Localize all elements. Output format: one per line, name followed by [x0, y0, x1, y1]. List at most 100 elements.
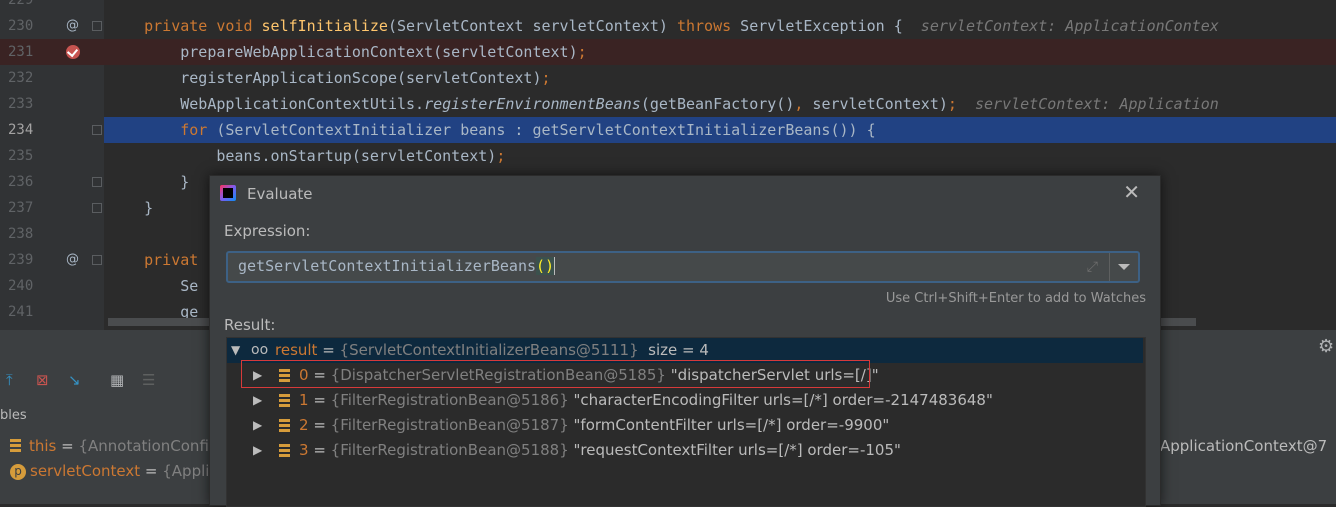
code-token: for — [180, 121, 217, 139]
expression-text: getServletContextInitializerBeans — [238, 257, 537, 275]
step-out-icon[interactable]: ⤒ — [6, 372, 13, 388]
history-dropdown-button[interactable] — [1109, 253, 1138, 281]
code-line[interactable]: 233 WebApplicationContextUtils.registerE… — [0, 91, 1336, 117]
code-token: } — [108, 173, 190, 191]
child-index: 2 — [299, 416, 309, 434]
code-token: selfInitialize — [261, 17, 388, 35]
variable-value-tail: ApplicationContext@7 — [1160, 437, 1328, 455]
expand-arrow-icon[interactable]: ▶ — [253, 388, 262, 413]
child-equals: = — [308, 416, 331, 434]
code-token: beans.onStartup(servletContext) — [108, 147, 497, 165]
child-equals: = — [308, 441, 331, 459]
override-marker-icon[interactable]: @ — [66, 13, 79, 39]
line-number[interactable]: 239 — [8, 247, 40, 273]
line-number[interactable]: 230 — [8, 13, 40, 39]
expand-icon[interactable]: ⤢ — [1087, 259, 1098, 275]
breakpoint-icon[interactable] — [66, 45, 80, 59]
line-number[interactable]: 237 — [8, 195, 40, 221]
result-child-row[interactable]: ▶ 3 = {FilterRegistrationBean@5188} "requ… — [227, 438, 1143, 463]
child-type: {FilterRegistrationBean@5186} — [330, 391, 569, 409]
code-token: ; — [541, 69, 551, 87]
fold-marker-icon[interactable] — [92, 125, 102, 135]
parameter-icon: p — [10, 464, 26, 480]
code-text: for (ServletContextInitializer beans : g… — [108, 117, 876, 143]
expand-arrow-icon[interactable]: ▶ — [253, 438, 262, 463]
code-line[interactable]: 232 registerApplicationScope(servletCont… — [0, 65, 1336, 91]
code-token: , — [794, 95, 813, 113]
expression-input[interactable]: getServletContextInitializerBeans() ⤢ — [226, 251, 1140, 283]
code-line[interactable]: 229 — [0, 0, 1336, 13]
text-cursor — [554, 257, 556, 275]
variables-tab-label[interactable]: bles — [0, 408, 27, 423]
line-number[interactable]: 241 — [8, 299, 40, 325]
result-child-row[interactable]: ▶ 2 = {FilterRegistrationBean@5187} "form… — [227, 413, 1143, 438]
evaluate-expression-icon[interactable]: ▦ — [110, 372, 124, 388]
code-text: prepareWebApplicationContext(servletCont… — [108, 39, 586, 65]
run-to-cursor-icon[interactable]: ↘ — [68, 372, 81, 388]
dialog-title: Evaluate — [247, 185, 313, 203]
line-number[interactable]: 240 — [8, 273, 40, 299]
line-number[interactable]: 232 — [8, 65, 40, 91]
code-line[interactable]: 234 for (ServletContextInitializer beans… — [0, 117, 1336, 143]
variable-name: servletContext — [30, 462, 141, 480]
code-token: (getBeanFactory() — [640, 95, 795, 113]
code-token: ServletException { — [740, 17, 921, 35]
code-text: privat — [108, 247, 198, 273]
child-equals: = — [308, 391, 331, 409]
close-icon[interactable]: ✕ — [1123, 182, 1140, 202]
code-token: (ServletContext servletContext) — [387, 17, 677, 35]
result-child-row[interactable]: ▶ 1 = {FilterRegistrationBean@5186} "char… — [227, 388, 1143, 413]
line-number[interactable]: 229 — [8, 0, 40, 13]
line-number[interactable]: 238 — [8, 221, 40, 247]
array-element-icon — [279, 419, 290, 432]
watch-hint: Use Ctrl+Shift+Enter to add to Watches — [885, 291, 1146, 306]
code-token: servletContext: ApplicationContex — [920, 17, 1219, 35]
line-number[interactable]: 236 — [8, 169, 40, 195]
code-token: throws — [676, 17, 741, 35]
code-token: ; — [496, 147, 506, 165]
code-text: } — [108, 195, 153, 221]
expand-arrow-icon[interactable]: ▶ — [253, 413, 262, 438]
field-icon — [10, 439, 21, 452]
variable-value: {AnnotationConfig — [78, 437, 219, 455]
code-token: servletContext: Application — [974, 95, 1219, 113]
fold-marker-icon[interactable] — [92, 203, 102, 213]
child-type: {FilterRegistrationBean@5188} — [330, 441, 569, 459]
line-number[interactable]: 235 — [8, 143, 40, 169]
array-element-icon — [279, 444, 290, 457]
line-number[interactable]: 234 — [8, 117, 40, 143]
intellij-logo-icon — [220, 185, 236, 201]
collapse-arrow-icon[interactable]: ▼ — [231, 338, 240, 363]
code-token: private void — [144, 17, 262, 35]
child-type: {FilterRegistrationBean@5187} — [330, 416, 569, 434]
result-equals: = — [317, 341, 340, 359]
variable-equals: = — [140, 462, 163, 480]
fold-marker-icon[interactable] — [92, 21, 102, 31]
override-marker-icon[interactable]: @ — [66, 247, 79, 273]
result-size: size = 4 — [648, 341, 709, 359]
code-line[interactable]: 235 beans.onStartup(servletContext); — [0, 143, 1336, 169]
line-number[interactable]: 231 — [8, 39, 40, 65]
drop-frame-icon[interactable]: ⊠ — [36, 372, 49, 388]
result-tree[interactable]: ▼ oo result = {ServletContextInitializer… — [226, 337, 1146, 507]
variable-equals: = — [56, 437, 79, 455]
result-name: result — [275, 341, 318, 359]
trace-stream-icon[interactable]: ☰ — [142, 372, 155, 388]
code-line[interactable]: 230 private void selfInitialize(ServletC… — [0, 13, 1336, 39]
variable-row[interactable]: this = {AnnotationConfig — [10, 434, 218, 458]
line-number[interactable]: 233 — [8, 91, 40, 117]
code-token: prepareWebApplicationContext(servletCont… — [108, 43, 578, 61]
code-line[interactable]: 231 prepareWebApplicationContext(servlet… — [0, 39, 1336, 65]
code-token: servletContext) — [812, 95, 948, 113]
fold-marker-icon[interactable] — [92, 177, 102, 187]
variable-row[interactable]: p servletContext = {Applic — [10, 459, 218, 483]
settings-gear-icon[interactable]: ⚙ — [1318, 336, 1334, 357]
expression-label: Expression: — [224, 222, 311, 240]
fold-marker-icon[interactable] — [92, 255, 102, 265]
code-text: beans.onStartup(servletContext); — [108, 143, 505, 169]
code-token: WebApplicationContextUtils. — [108, 95, 425, 113]
code-token: (ServletContextInitializer beans : getSe… — [216, 121, 876, 139]
code-text: Se — [108, 273, 198, 299]
